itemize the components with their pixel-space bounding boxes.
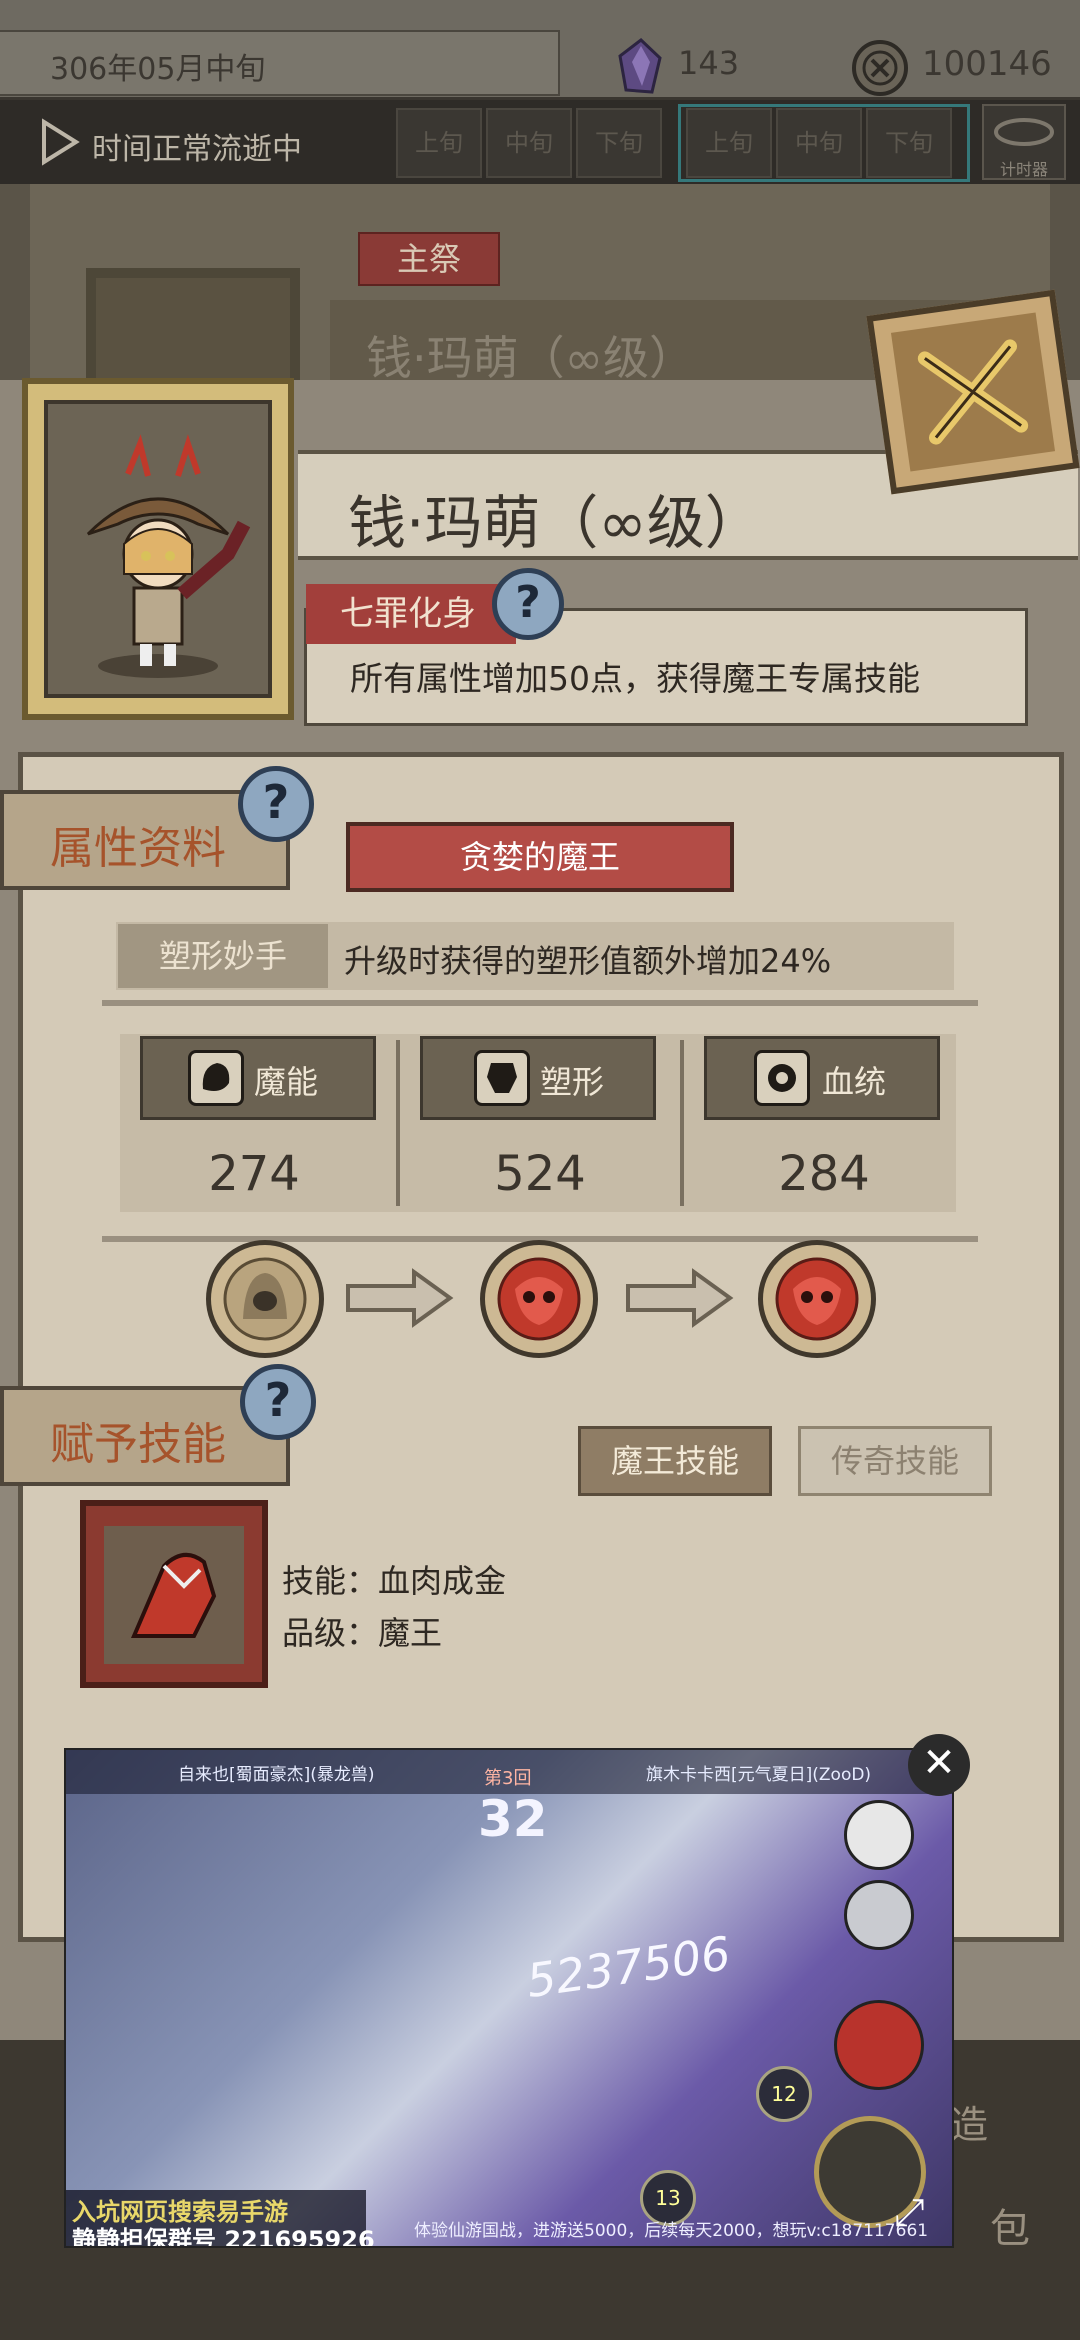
video-ad[interactable]: 自来也[蜀面豪杰](暴龙兽) 旗木卡卡西[元气夏日](ZooD) 第3回 32 … [64, 1748, 954, 2248]
stat-name-bloodline: 血统 [822, 1063, 887, 1101]
passive-description: 升级时获得的塑形值额外增加24% [344, 942, 832, 980]
skill-name: 技能：血肉成金 [282, 1562, 507, 1600]
coin-count: 100146 [922, 44, 1052, 84]
stat-value-bloodline: 284 [778, 1146, 870, 1202]
ad-promo-line: 静静担保群号 221695926 [72, 2226, 375, 2248]
passive-tag: 塑形妙手 [118, 924, 328, 988]
bottom-nav-label[interactable]: 造 [950, 2094, 988, 2149]
coin-icon [850, 38, 910, 102]
game-date: 306年05月中旬 [50, 52, 266, 87]
evolution-stage-demon-king-icon[interactable] [758, 1240, 876, 1358]
time-slot-mid-2[interactable]: 中旬 [776, 108, 862, 178]
evolution-arrow-icon [344, 1266, 456, 1330]
demon-title-banner: 贪婪的魔王 [346, 822, 734, 892]
body-shape-icon [474, 1050, 530, 1106]
sin-help-icon[interactable]: ? [492, 568, 564, 640]
expand-icon[interactable]: ⤢ [894, 2190, 924, 2235]
ad-close-button[interactable]: ✕ [908, 1734, 970, 1796]
ad-damage-number: 5237506 [523, 1926, 734, 2008]
sin-tag: 七罪化身 [306, 584, 516, 644]
stat-divider [680, 1040, 684, 1206]
attribute-help-icon[interactable]: ? [238, 766, 314, 842]
stat-value-body-shape: 524 [494, 1146, 586, 1202]
time-status: 时间正常流逝中 [92, 132, 302, 167]
legend-skill-tab[interactable]: 传奇技能 [798, 1426, 992, 1496]
play-icon[interactable] [38, 118, 82, 170]
stat-name-body-shape: 塑形 [540, 1063, 605, 1101]
ad-round: 第3回 [484, 1768, 532, 1789]
flesh-to-gold-icon[interactable] [104, 1526, 244, 1664]
demon-skill-tab[interactable]: 魔王技能 [578, 1426, 772, 1496]
stat-value-demon-power: 274 [208, 1146, 300, 1202]
sin-description: 所有属性增加50点，获得魔王专属技能 [350, 659, 920, 698]
attribute-section-title: 属性资料 [50, 823, 226, 874]
skill-grade: 品级：魔王 [282, 1614, 443, 1652]
background-title: 钱·玛萌（∞级） [366, 331, 695, 385]
ad-timer: 32 [478, 1790, 548, 1848]
stat-name-demon-power: 魔能 [254, 1063, 319, 1101]
skill-help-icon[interactable]: ? [240, 1364, 316, 1440]
ad-footer-text: 体验仙游国战，进游送5000，后续每天2000，想玩v:c187117661 [414, 2221, 929, 2241]
character-name: 钱·玛萌（∞级） [348, 489, 763, 557]
time-slot-late-1[interactable]: 下旬 [576, 108, 662, 178]
crystal-count: 143 [678, 44, 740, 82]
stat-divider [396, 1040, 400, 1206]
ad-level-badge: 12 [756, 2066, 812, 2122]
time-slot-mid-1[interactable]: 中旬 [486, 108, 572, 178]
time-slot-early-1[interactable]: 上旬 [396, 108, 482, 178]
skill-section-title: 赋予技能 [50, 1419, 226, 1470]
evolution-stage-hooded-icon[interactable] [206, 1240, 324, 1358]
crystal-icon [612, 38, 670, 100]
timer-label: 计时器 [999, 160, 1048, 179]
ad-player-left: 自来也[蜀面豪杰](暴龙兽) [178, 1765, 375, 1785]
close-icon[interactable] [890, 312, 1056, 472]
ad-skill-icon [844, 1800, 914, 1870]
character-portrait [44, 400, 272, 698]
evolution-stage-demon-icon[interactable] [480, 1240, 598, 1358]
ad-skill-icon [844, 1880, 914, 1950]
time-slot-early-2[interactable]: 上旬 [686, 108, 772, 178]
bloodline-icon [754, 1050, 810, 1106]
ad-player-right: 旗木卡卡西[元气夏日](ZooD) [646, 1765, 872, 1785]
ad-skill-icon [834, 2000, 924, 2090]
stat-header-body-shape [420, 1036, 656, 1120]
bottom-nav-label[interactable]: 包 [990, 2196, 1030, 2254]
demon-power-icon [188, 1050, 244, 1106]
evolution-arrow-icon [624, 1266, 736, 1330]
time-slot-late-2[interactable]: 下旬 [866, 108, 952, 178]
master-tag: 主祭 [358, 232, 500, 286]
